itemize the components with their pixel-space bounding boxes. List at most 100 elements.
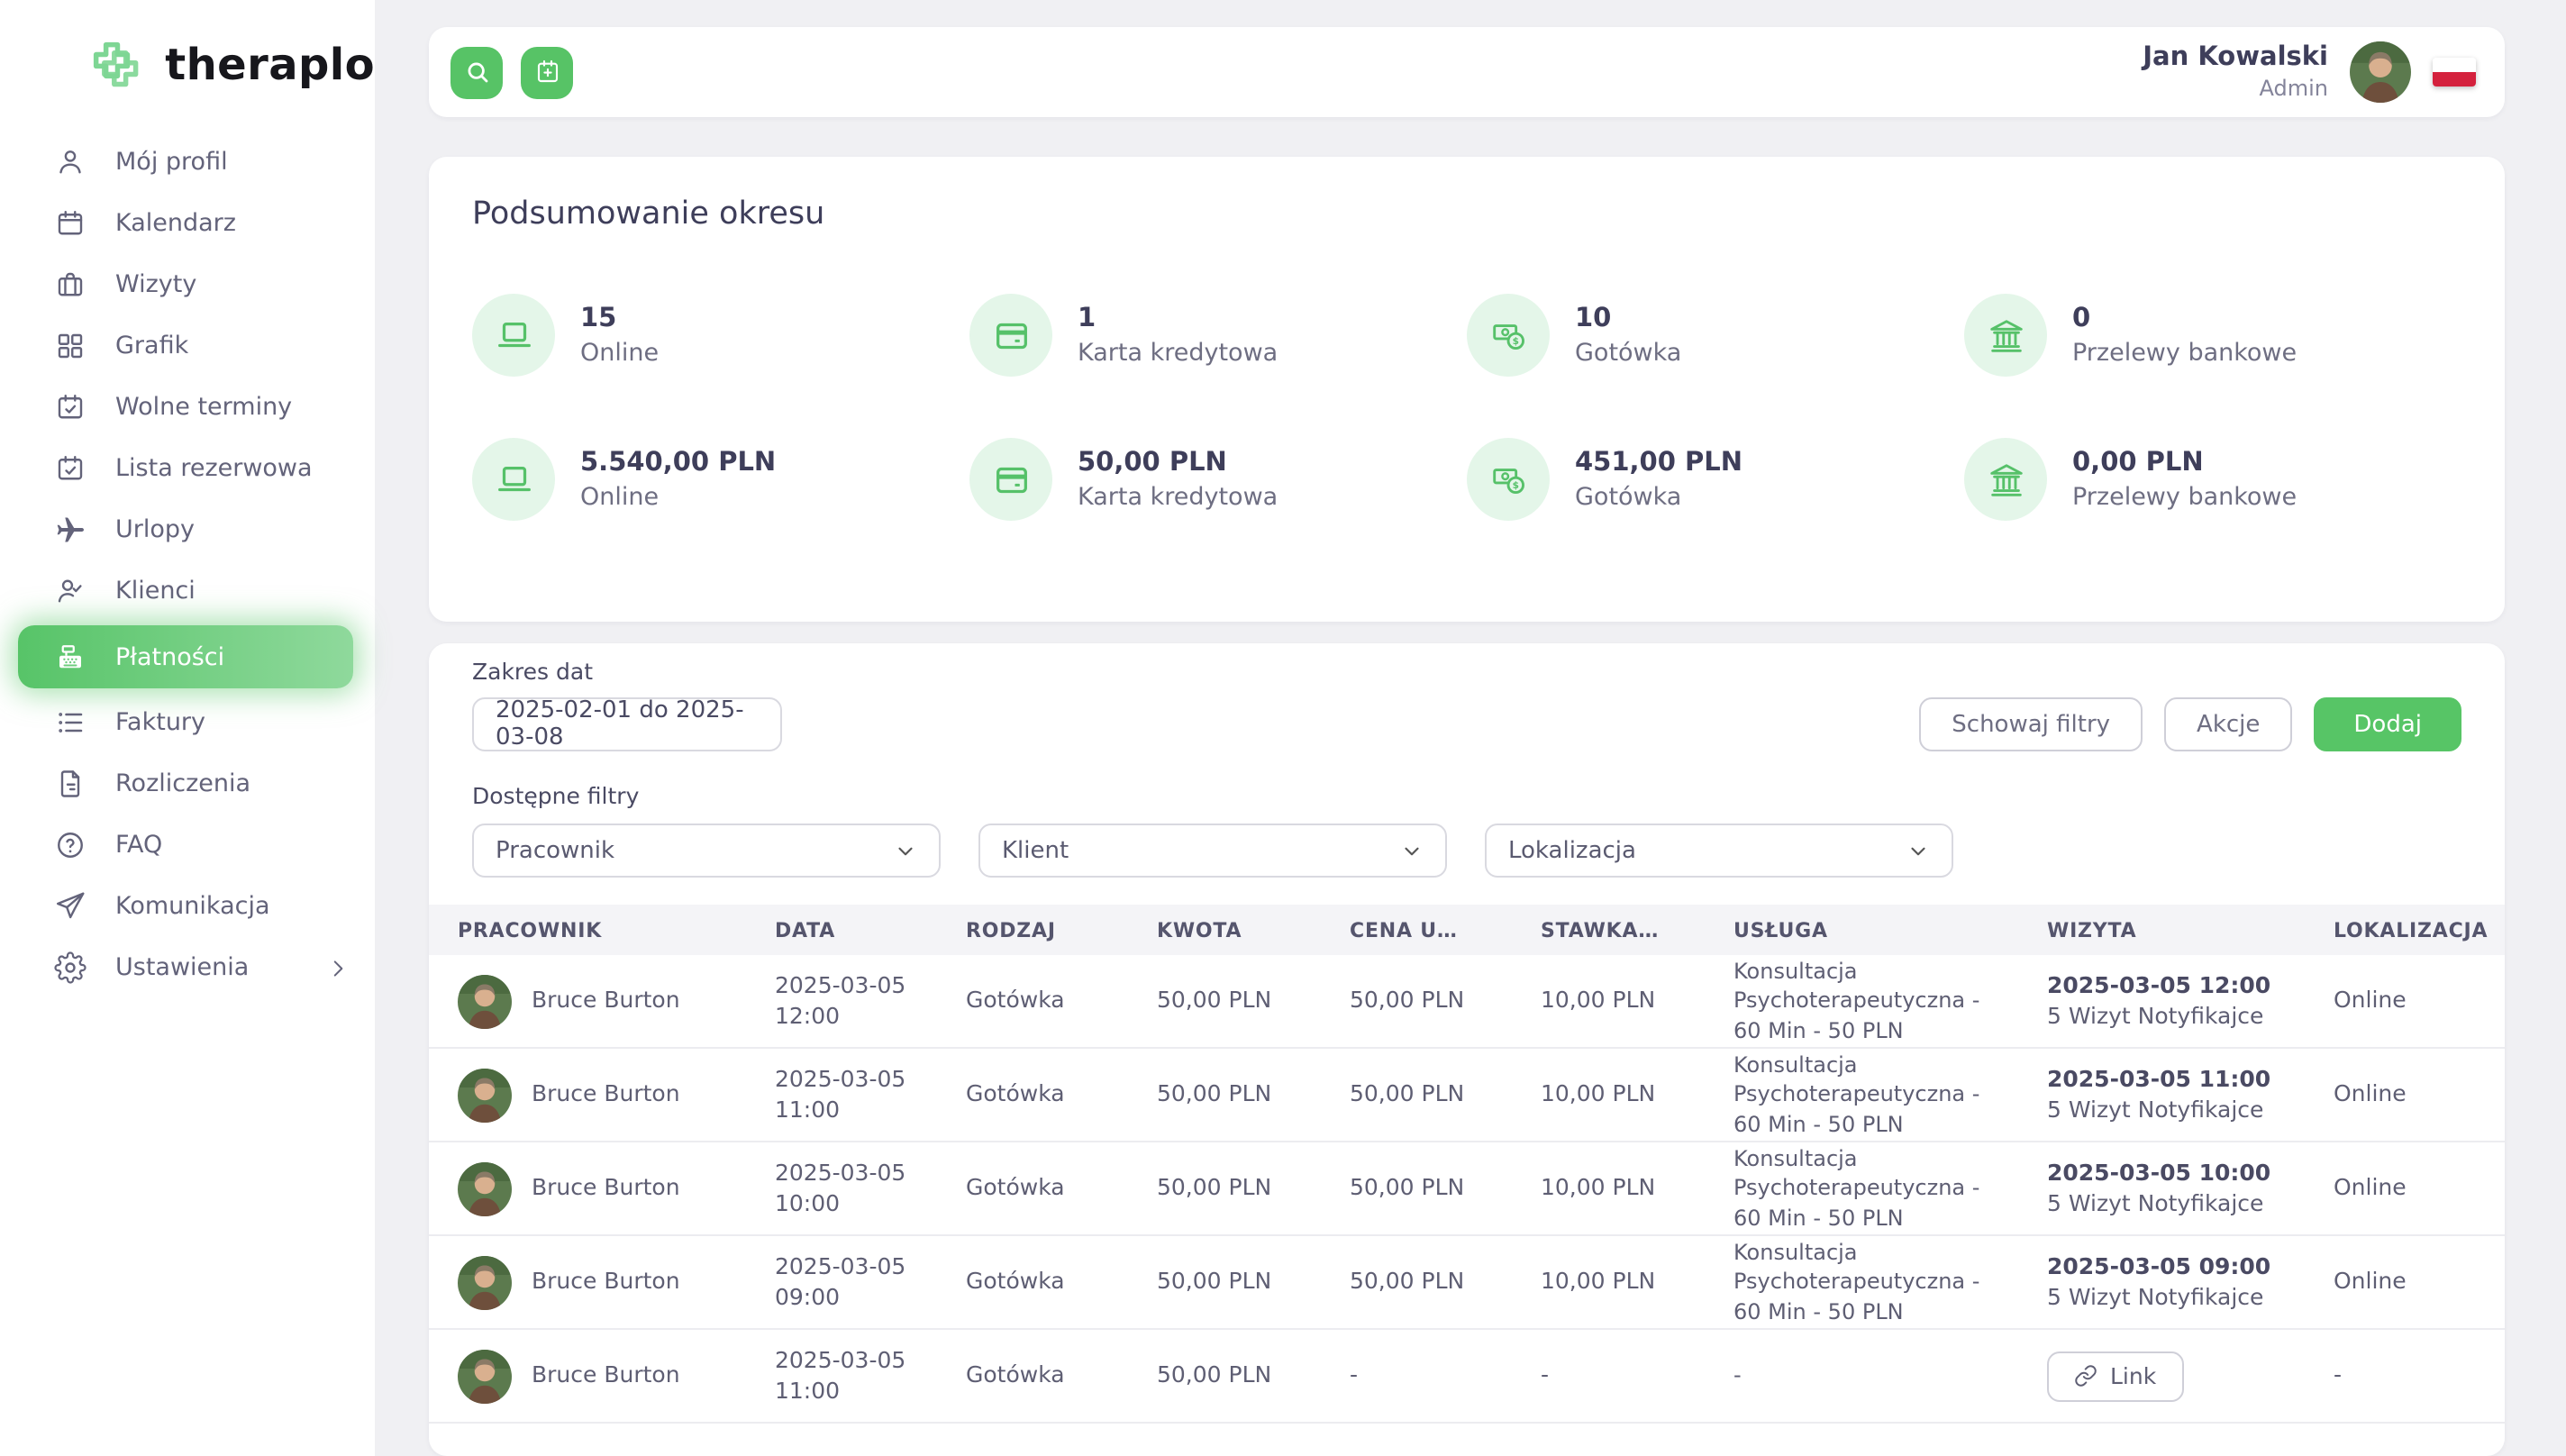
table-row[interactable]: Bruce Burton 2025-03-0511:00 Gotówka 50,… [429,1330,2505,1424]
table-row[interactable]: Bruce Burton 2025-03-0509:00 Gotówka 50,… [429,1236,2505,1330]
laptop-icon [472,294,555,377]
briefcase-icon [54,268,86,301]
col-stawka: STAWKA… [1512,918,1705,942]
rate: 10,00 PLN [1512,986,1705,1016]
stat-value: 0,00 PLN [2072,448,2297,477]
table-row[interactable]: Bruce Burton 2025-03-0511:00 Gotówka 50,… [429,1049,2505,1142]
stat-card-count: 1 Karta kredytowa [969,294,1467,377]
stat-cash-count: 10 Gotówka [1467,294,1964,377]
sidebar-item-kalendarz[interactable]: Kalendarz [0,193,375,254]
credit-card-icon [969,294,1052,377]
hide-filters-button[interactable]: Schowaj filtry [1919,697,2143,751]
sidebar-item-label: Płatności [115,642,224,671]
actions-button[interactable]: Akcje [2164,697,2292,751]
sidebar-item-klienci[interactable]: Klienci [0,560,375,622]
stat-label: Przelewy bankowe [2072,338,2297,367]
date-range-input[interactable]: 2025-02-01 do 2025-03-08 [472,697,782,751]
bank-icon [1964,438,2047,521]
service-name: Konsultacja Psychoterapeutyczna - 60 Min… [1705,1144,2018,1232]
sidebar-item-label: Urlopy [115,515,195,544]
payments-table: PRACOWNIK DATA RODZAJ KWOTA CENA U… STAW… [429,905,2505,1424]
add-appointment-button[interactable] [521,46,573,98]
laptop-icon [472,438,555,521]
sidebar-item-label: Wolne terminy [115,393,292,422]
sidebar-item-platnosci[interactable]: Płatności [18,625,353,688]
search-button[interactable] [450,46,503,98]
table-row[interactable]: Bruce Burton 2025-03-0510:00 Gotówka 50,… [429,1142,2505,1236]
employee-name: Bruce Burton [532,1360,680,1391]
sidebar-nav: Mój profil Kalendarz Wizyty Grafik Wolne… [0,124,375,998]
rate: 10,00 PLN [1512,1267,1705,1297]
sidebar-item-wizyty[interactable]: Wizyty [0,254,375,315]
service-price: 50,00 PLN [1321,1173,1512,1204]
user-role: Admin [2143,75,2328,102]
sidebar-item-label: Faktury [115,708,205,737]
calendar-icon [54,207,86,240]
location-filter-select[interactable]: Lokalizacja [1485,824,1953,878]
location: Online [2305,1267,2505,1297]
add-button[interactable]: Dodaj [2314,697,2461,751]
sidebar-item-ustawienia[interactable]: Ustawienia [0,937,375,998]
cash-icon [1467,294,1550,377]
help-circle-icon [54,829,86,861]
sidebar-item-faq[interactable]: FAQ [0,814,375,876]
employee-filter-select[interactable]: Pracownik [472,824,941,878]
sidebar-item-moj-profil[interactable]: Mój profil [0,132,375,193]
link-icon [2074,1364,2097,1388]
sidebar-item-lista-rezerwowa[interactable]: Lista rezerwowa [0,438,375,499]
logo[interactable]: theraplo [0,0,375,124]
payment-date: 2025-03-05 [775,970,937,1001]
visit-note: 5 Wizyt Notyfikajce [2047,1282,2305,1313]
stat-value: 1 [1078,304,1278,332]
file-icon [54,768,86,800]
sidebar-item-komunikacja[interactable]: Komunikacja [0,876,375,937]
employee-name: Bruce Burton [532,1173,680,1204]
payment-time: 11:00 [775,1095,937,1125]
send-icon [54,890,86,923]
table-row[interactable]: Bruce Burton 2025-03-0512:00 Gotówka 50,… [429,955,2505,1049]
visit-link-button[interactable]: Link [2047,1351,2183,1401]
sidebar-item-rozliczenia[interactable]: Rozliczenia [0,753,375,814]
col-usluga: USŁUGA [1705,918,2018,942]
visit-note: 5 Wizyt Notyfikajce [2047,1095,2305,1125]
col-pracownik: PRACOWNIK [429,918,746,942]
stats-grid: 15 Online 1 Karta kredytowa 10 Gotówka 0… [472,294,2461,521]
theraplo-logo-icon [83,31,149,99]
sidebar-item-wolne-terminy[interactable]: Wolne terminy [0,377,375,438]
sidebar-item-faktury[interactable]: Faktury [0,692,375,753]
brand-name: theraplo [165,40,375,90]
payment-type: Gotówka [937,1267,1128,1297]
chevron-right-icon [326,956,350,979]
payment-type: Gotówka [937,986,1128,1016]
sidebar-item-label: Lista rezerwowa [115,454,313,483]
stat-transfer-amount: 0,00 PLN Przelewy bankowe [1964,438,2461,521]
service-name: Konsultacja Psychoterapeutyczna - 60 Min… [1705,957,2018,1044]
sidebar-item-urlopy[interactable]: Urlopy [0,499,375,560]
rate: - [1512,1360,1705,1391]
visit-datetime: 2025-03-05 10:00 [2047,1158,2305,1188]
stat-value: 15 [580,304,659,332]
employee-name: Bruce Burton [532,1267,680,1297]
credit-card-icon [969,438,1052,521]
payment-date: 2025-03-05 [775,1251,937,1282]
gear-icon [54,951,86,984]
stat-cash-amount: 451,00 PLN Gotówka [1467,438,1964,521]
sidebar-item-grafik[interactable]: Grafik [0,315,375,377]
user-info[interactable]: Jan Kowalski Admin [2143,42,2328,102]
employee-avatar [458,1349,512,1403]
cash-register-icon [54,641,86,673]
payment-date: 2025-03-05 [775,1158,937,1188]
table-header: PRACOWNIK DATA RODZAJ KWOTA CENA U… STAW… [429,905,2505,955]
avatar[interactable] [2350,41,2411,103]
client-filter-select[interactable]: Klient [978,824,1447,878]
language-flag-poland[interactable] [2433,58,2476,86]
stat-value: 50,00 PLN [1078,448,1278,477]
chevron-down-icon [1400,839,1424,862]
stat-label: Przelewy bankowe [2072,482,2297,511]
col-rodzaj: RODZAJ [937,918,1128,942]
payment-time: 10:00 [775,1188,937,1219]
payment-amount: 50,00 PLN [1128,986,1321,1016]
user-name: Jan Kowalski [2143,42,2328,75]
payment-time: 11:00 [775,1376,937,1406]
service-name: Konsultacja Psychoterapeutyczna - 60 Min… [1705,1051,2018,1138]
